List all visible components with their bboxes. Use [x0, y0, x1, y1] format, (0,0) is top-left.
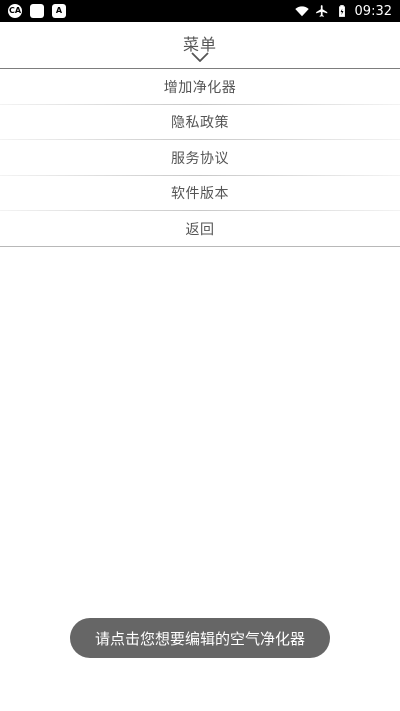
status-time: 09:32: [354, 3, 392, 19]
status-bar-notifications: CA A: [8, 4, 66, 18]
ca-icon: CA: [8, 4, 22, 18]
battery-charging-icon: [338, 5, 345, 17]
menu-header[interactable]: 菜单: [0, 22, 400, 69]
menu-item-label: 增加净化器: [163, 79, 237, 96]
menu-item-label: 返回: [185, 221, 215, 238]
toast-text: 请点击您想要编辑的空气净化器: [94, 629, 305, 648]
status-bar: CA A 09:32: [0, 0, 400, 22]
menu-item-label: 隐私政策: [171, 115, 229, 132]
airplane-icon: [315, 5, 327, 17]
toast-message: 请点击您想要编辑的空气净化器: [70, 618, 330, 658]
menu-list: 增加净化器 隐私政策 服务协议 软件版本 返回: [0, 69, 400, 247]
a-icon: A: [52, 4, 66, 18]
notification-square-icon: [30, 4, 44, 18]
menu-item-label: 软件版本: [171, 186, 229, 203]
menu-item-label: 服务协议: [171, 150, 229, 167]
menu-item-privacy-policy[interactable]: 隐私政策: [0, 105, 400, 141]
menu-item-service-agreement[interactable]: 服务协议: [0, 140, 400, 176]
wifi-icon: [294, 6, 309, 17]
menu-item-add-purifier[interactable]: 增加净化器: [0, 69, 400, 105]
status-bar-system: 09:32: [294, 3, 392, 19]
menu-item-software-version[interactable]: 软件版本: [0, 176, 400, 212]
chevron-down-icon[interactable]: [191, 52, 209, 62]
menu-item-back[interactable]: 返回: [0, 211, 400, 247]
